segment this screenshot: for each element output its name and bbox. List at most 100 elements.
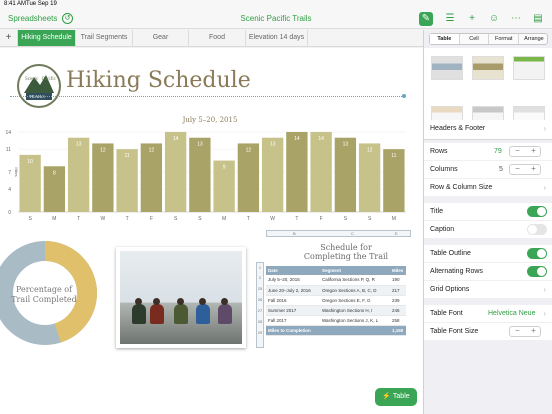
minus-icon: − (515, 146, 520, 155)
x-tick-label: F (150, 216, 153, 222)
row-column-size-row[interactable]: Row & Column Size › (424, 179, 552, 196)
col-header-segment[interactable]: Segment (319, 266, 390, 275)
table-style-2[interactable] (472, 56, 504, 80)
column-header-bar[interactable]: B C E (266, 230, 411, 237)
title-toggle[interactable] (527, 206, 547, 217)
table-style-1[interactable] (431, 56, 463, 80)
divider-line[interactable] (10, 96, 404, 97)
data-label: 12 (246, 147, 252, 153)
tab-hiking-schedule[interactable]: Hiking Schedule (18, 30, 76, 46)
columns-value[interactable]: 5 (499, 166, 503, 173)
x-tick-label: S (198, 216, 202, 222)
chart-title: July 5–20, 2015 (182, 116, 238, 124)
col-header-miles[interactable]: Miles (390, 266, 406, 275)
bar (358, 143, 381, 212)
document-icon[interactable]: ▤ (531, 12, 545, 26)
schedule-table[interactable]: B C E Schedule for Completing the Trail … (256, 230, 411, 348)
data-label: 13 (197, 142, 203, 148)
segment-arrange[interactable]: Arrange (519, 34, 549, 44)
data-label: 13 (270, 142, 276, 148)
back-to-spreadsheets-button[interactable]: Spreadsheets (8, 14, 57, 23)
columns-stepper[interactable]: − + (509, 164, 541, 175)
add-sheet-icon[interactable]: + (0, 30, 18, 46)
data-label: 11 (125, 153, 130, 159)
format-segmented-control: Table Cell Format Arrange (429, 33, 548, 45)
format-brush-icon[interactable]: ✎ (419, 12, 433, 26)
selection-handle[interactable] (402, 94, 406, 98)
undo-icon[interactable]: ↺ (62, 13, 73, 24)
x-tick-label: S (368, 216, 372, 222)
bar (286, 132, 308, 212)
tab-trail-segments[interactable]: Trail Segments (76, 30, 133, 46)
data-label: 13 (343, 142, 349, 148)
plus-icon: + (531, 146, 536, 155)
add-icon[interactable]: + (465, 12, 479, 26)
y-tick-label: 0 (8, 210, 11, 216)
segment-cell[interactable]: Cell (460, 34, 490, 44)
x-tick-label: T (247, 216, 250, 222)
status-bar: 8:41 AM Tue Sep 19 (0, 0, 552, 9)
table-row: Summer 2017 Washington Sections H, I 246 (266, 305, 406, 316)
lightning-icon: ⚡ (382, 393, 392, 400)
data-label: 11 (391, 153, 396, 159)
bar-chart[interactable]: 0 4 7 11 14 Miles 10 S 8 M 13 T 12 W 11 T 12 F 14 S 13 S 9 M 12 T… (0, 124, 410, 224)
collaborate-icon[interactable]: ☺ (487, 12, 501, 26)
bar (310, 132, 332, 212)
plus-icon: + (531, 164, 536, 173)
tab-food[interactable]: Food (189, 30, 246, 46)
x-tick-label: M (222, 216, 226, 222)
page-title[interactable]: Hiking Schedule (66, 68, 251, 93)
toolbar: Spreadsheets ↺ Scenic Pacific Trails ✎ ☰… (0, 9, 552, 29)
x-tick-label: F (320, 216, 323, 222)
font-size-stepper[interactable]: − + (509, 326, 541, 337)
bar (189, 137, 211, 212)
bar (334, 137, 357, 212)
table-font-size-row: Table Font Size − + (424, 323, 552, 340)
hikers-photo[interactable] (116, 247, 246, 348)
rows-row: Rows 79 − + (424, 143, 552, 160)
tab-elevation[interactable]: Elevation 14 days (246, 30, 308, 46)
segment-format[interactable]: Format (489, 34, 520, 44)
alternating-rows-toggle[interactable] (527, 266, 547, 277)
segment-table[interactable]: Table (430, 34, 460, 44)
data-label: 8 (53, 170, 56, 176)
chevron-right-icon: › (543, 285, 546, 294)
logo-text-pacific: Pacific (42, 77, 57, 82)
table-outline-row: Table Outline (424, 245, 552, 262)
bar (237, 143, 260, 212)
data-label: 14 (318, 136, 324, 142)
table-row: Fall 2017 Washington Sections J, K, L 25… (266, 315, 406, 326)
row-header-bar[interactable]: 1 2 25 26 27 28 29 (256, 262, 264, 348)
x-tick-label: M (52, 216, 56, 222)
data-label: 12 (149, 147, 155, 153)
tab-gear[interactable]: Gear (133, 30, 189, 46)
rows-stepper[interactable]: − + (509, 146, 541, 157)
caption-toggle[interactable] (527, 224, 547, 235)
table-font-row[interactable]: Table Font Helvetica Neue › (424, 305, 552, 322)
table-outline-toggle[interactable] (527, 248, 547, 259)
caption-row: Caption (424, 221, 552, 238)
status-day: Tue Sep 19 (26, 1, 57, 7)
x-tick-label: S (28, 216, 32, 222)
document-title[interactable]: Scenic Pacific Trails (200, 14, 352, 23)
y-tick-label: 14 (5, 130, 11, 136)
table-style-3[interactable] (513, 56, 545, 80)
chevron-right-icon: › (543, 124, 546, 133)
table-button[interactable]: ⚡ Table (375, 388, 417, 406)
schedule-table-grid[interactable]: Date Segment Miles July 5–20, 2015 Calif… (266, 266, 406, 336)
y-tick-label: 4 (8, 187, 11, 193)
x-tick-label: W (270, 216, 275, 222)
y-tick-label: 7 (8, 170, 11, 176)
list-icon[interactable]: ☰ (443, 12, 457, 26)
grid-options-row[interactable]: Grid Options › (424, 281, 552, 298)
x-tick-label: S (174, 216, 178, 222)
more-icon[interactable]: ⋯ (509, 12, 523, 26)
y-axis-label: Miles (14, 167, 19, 176)
minus-icon: − (515, 164, 520, 173)
col-header-date[interactable]: Date (266, 266, 320, 275)
rows-value[interactable]: 79 (494, 148, 502, 155)
bar (92, 143, 114, 212)
x-tick-label: S (344, 216, 348, 222)
headers-footer-row[interactable]: Headers & Footer › (424, 120, 552, 137)
x-tick-label: T (126, 216, 129, 222)
